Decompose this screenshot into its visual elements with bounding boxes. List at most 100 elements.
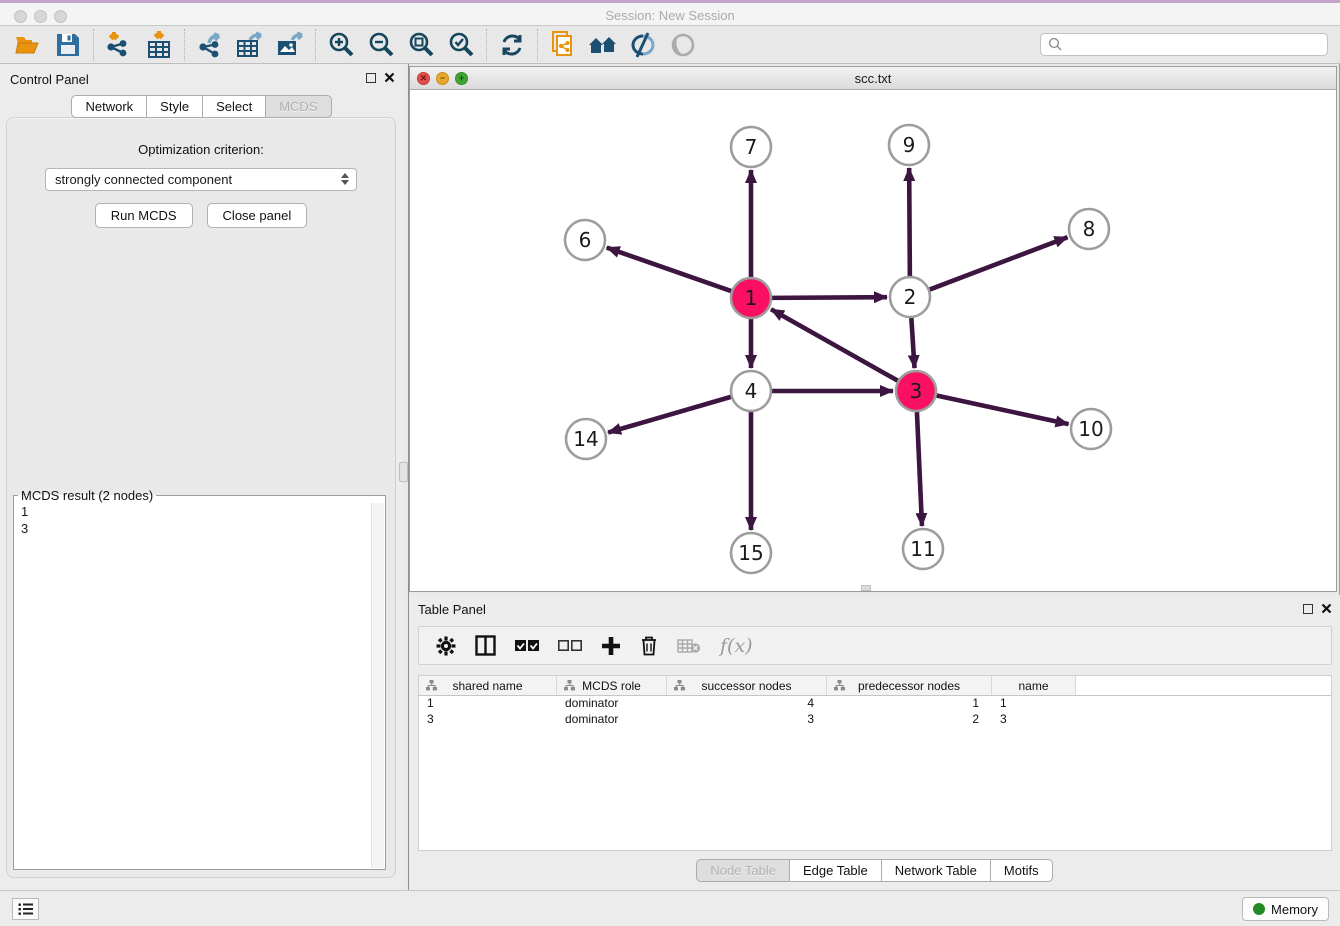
toolbar-separator [537, 29, 538, 61]
table-cell[interactable]: 1 [419, 696, 557, 712]
zoom-fit-icon[interactable] [401, 29, 441, 61]
toolbar-separator [486, 29, 487, 61]
network-canvas[interactable]: 7968124314101511 [410, 90, 1336, 591]
column-icon[interactable] [475, 635, 496, 656]
open-file-icon[interactable] [8, 29, 48, 61]
search-icon [1048, 37, 1063, 52]
tab-network[interactable]: Network [71, 95, 147, 118]
tab-edge-table[interactable]: Edge Table [790, 859, 882, 882]
run-mcds-button[interactable]: Run MCDS [95, 203, 193, 228]
edge-2-9[interactable] [909, 168, 910, 276]
edge-3-10[interactable] [937, 395, 1069, 424]
tab-network-table[interactable]: Network Table [882, 859, 991, 882]
chevron-updown-icon [341, 173, 349, 185]
show-graphics-icon[interactable] [623, 29, 663, 61]
network-window-titlebar[interactable]: ✕ − + scc.txt [410, 67, 1336, 90]
column-header-shared-name[interactable]: shared name [419, 676, 557, 695]
zoom-in-icon[interactable] [321, 29, 361, 61]
splitter-handle[interactable] [399, 462, 408, 482]
network-graph[interactable]: 7968124314101511 [410, 90, 1336, 591]
status-bar: Memory [0, 890, 1340, 926]
gear-icon[interactable] [436, 636, 456, 656]
tab-style[interactable]: Style [147, 95, 203, 118]
toolbar-separator [184, 29, 185, 61]
node-table[interactable]: shared nameMCDS rolesuccessor nodesprede… [418, 675, 1332, 851]
zoom-selected-icon[interactable] [441, 29, 481, 61]
optimization-criterion-label: Optimization criterion: [7, 142, 395, 157]
node-label-2: 2 [904, 285, 917, 309]
edge-3-11[interactable] [917, 412, 922, 526]
memory-button[interactable]: Memory [1242, 897, 1329, 921]
table-panel-title: Table Panel [418, 602, 486, 617]
table-row[interactable]: 1dominator411 [419, 696, 1331, 712]
close-panel-icon[interactable] [384, 72, 395, 83]
table-cell[interactable]: 4 [667, 696, 827, 712]
table-cell[interactable]: 3 [419, 712, 557, 728]
edge-1-6[interactable] [607, 248, 731, 291]
node-label-11: 11 [910, 537, 935, 561]
column-header-MCDS-role[interactable]: MCDS role [557, 676, 667, 695]
toolbar-separator [93, 29, 94, 61]
mcds-result-list: 13 [15, 503, 384, 868]
table-row[interactable]: 3dominator323 [419, 712, 1331, 728]
table-cell[interactable]: 2 [827, 712, 992, 728]
edge-2-8[interactable] [930, 237, 1068, 289]
table-cell[interactable]: 1 [992, 696, 1076, 712]
close-panel-button[interactable]: Close panel [207, 203, 308, 228]
column-header-predecessor-nodes[interactable]: predecessor nodes [827, 676, 992, 695]
control-panel: Control Panel NetworkStyleSelectMCDS Opt… [0, 64, 403, 890]
control-panel-tabs: NetworkStyleSelectMCDS [0, 95, 403, 118]
list-icon [18, 902, 34, 916]
edge-3-1[interactable] [771, 309, 898, 380]
hide-details-icon[interactable] [663, 29, 703, 61]
main-toolbar [0, 26, 1340, 64]
add-column-icon[interactable] [601, 636, 621, 656]
mcds-result-scrollbar[interactable] [371, 503, 384, 868]
float-table-panel-icon[interactable] [1303, 604, 1313, 614]
zoom-out-icon[interactable] [361, 29, 401, 61]
task-history-button[interactable] [12, 898, 39, 920]
node-label-3: 3 [910, 379, 923, 403]
table-cell[interactable]: dominator [557, 696, 667, 712]
criterion-selected-value: strongly connected component [55, 172, 232, 187]
edge-1-2[interactable] [772, 297, 887, 298]
home-panes-icon[interactable] [583, 29, 623, 61]
toolbar-separator [315, 29, 316, 61]
float-panel-icon[interactable] [366, 73, 376, 83]
export-table-icon[interactable] [230, 29, 270, 61]
import-network-icon[interactable] [99, 29, 139, 61]
node-label-9: 9 [903, 133, 916, 157]
close-table-panel-icon[interactable] [1321, 603, 1332, 614]
clone-network-icon[interactable] [543, 29, 583, 61]
table-cell[interactable]: 1 [827, 696, 992, 712]
search-field[interactable] [1040, 33, 1328, 56]
tab-node-table[interactable]: Node Table [696, 859, 790, 882]
select-all-icon[interactable] [515, 640, 539, 652]
import-table-icon[interactable] [139, 29, 179, 61]
column-header-name[interactable]: name [992, 676, 1076, 695]
criterion-select[interactable]: strongly connected component [45, 168, 357, 191]
node-label-4: 4 [745, 379, 758, 403]
node-label-8: 8 [1083, 217, 1096, 241]
export-image-icon[interactable] [270, 29, 310, 61]
node-label-14: 14 [573, 427, 598, 451]
deselect-all-icon[interactable] [558, 640, 582, 652]
delete-icon[interactable] [640, 635, 658, 656]
tab-select[interactable]: Select [203, 95, 266, 118]
node-label-1: 1 [745, 286, 758, 310]
table-cell[interactable]: 3 [992, 712, 1076, 728]
apply-layout-icon[interactable] [492, 29, 532, 61]
edge-4-14[interactable] [608, 397, 731, 433]
column-header-successor-nodes[interactable]: successor nodes [667, 676, 827, 695]
tab-motifs[interactable]: Motifs [991, 859, 1053, 882]
table-cell[interactable]: dominator [557, 712, 667, 728]
table-cell[interactable]: 3 [667, 712, 827, 728]
control-panel-title: Control Panel [10, 72, 89, 87]
export-network-icon[interactable] [190, 29, 230, 61]
canvas-scroll-thumb[interactable] [861, 585, 871, 591]
memory-status-icon [1253, 903, 1265, 915]
search-input[interactable] [1063, 36, 1327, 54]
tab-mcds[interactable]: MCDS [266, 95, 331, 118]
save-session-icon[interactable] [48, 29, 88, 61]
edge-2-3[interactable] [911, 318, 914, 368]
